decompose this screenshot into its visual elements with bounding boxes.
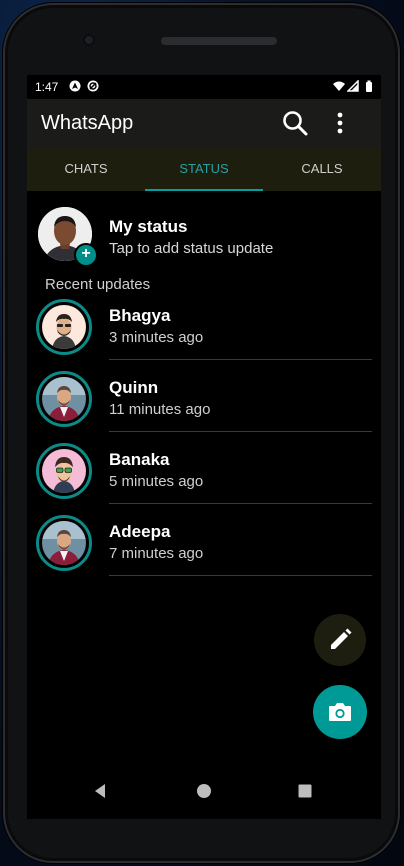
avatar [42,449,86,493]
camera-status-button[interactable] [313,685,367,739]
contact-name: Banaka [109,450,170,469]
status-time: 1:47 [35,80,59,94]
status-update-item[interactable]: Banaka 5 minutes ago [27,443,381,515]
my-status-subtitle: Tap to add status update [109,240,274,257]
my-status-row[interactable]: + My status Tap to add status update [27,203,381,267]
tab-indicator [145,189,263,191]
app-title: WhatsApp [41,112,134,134]
avatar [42,377,86,421]
contact-name: Adeepa [109,522,171,541]
status-time-ago: 7 minutes ago [109,545,204,562]
front-camera [83,34,95,46]
tab-calls[interactable]: CALLS [263,147,381,191]
back-icon[interactable] [91,781,111,801]
status-ring [36,371,92,427]
divider [109,503,372,504]
status-time-ago: 3 minutes ago [109,329,204,346]
divider [109,431,372,432]
signal-icon [347,80,359,92]
earpiece-speaker [161,37,277,45]
status-time-ago: 11 minutes ago [109,401,211,418]
status-ring [36,515,92,571]
status-bar: 1:47 [27,75,381,99]
status-update-item[interactable]: Bhagya 3 minutes ago [27,299,381,371]
more-vert-icon[interactable] [331,109,349,137]
search-icon[interactable] [281,109,309,137]
tab-bar: CHATS STATUS CALLS [27,147,381,191]
wifi-icon [333,81,345,91]
my-status-title: My status [109,217,188,236]
divider [109,575,372,576]
battery-icon [366,80,372,92]
status-time-ago: 5 minutes ago [109,473,204,490]
camera-icon [329,703,351,721]
add-status-icon[interactable]: + [74,243,98,267]
screen: 1:47 WhatsApp CHATS STATUS CALLS + My st… [27,75,381,819]
android-auto-icon [69,80,81,92]
status-update-item[interactable]: Adeepa 7 minutes ago [27,515,381,587]
divider [109,359,372,360]
phone-frame: 1:47 WhatsApp CHATS STATUS CALLS + My st… [3,3,400,863]
system-nav-bar [27,765,381,817]
tab-status[interactable]: STATUS [145,147,263,191]
edit-status-button[interactable] [314,614,366,666]
status-update-item[interactable]: Quinn 11 minutes ago [27,371,381,443]
avatar [42,521,86,565]
avatar [42,305,86,349]
home-icon[interactable] [194,781,214,801]
recent-updates-header: Recent updates [45,276,151,293]
pencil-icon [331,628,352,649]
recents-icon[interactable] [295,781,315,801]
status-ring [36,299,92,355]
contact-name: Bhagya [109,306,171,325]
status-ring [36,443,92,499]
tab-chats[interactable]: CHATS [27,147,145,191]
app-bar: WhatsApp [27,99,381,147]
do-not-disturb-icon [87,80,99,92]
contact-name: Quinn [109,378,159,397]
